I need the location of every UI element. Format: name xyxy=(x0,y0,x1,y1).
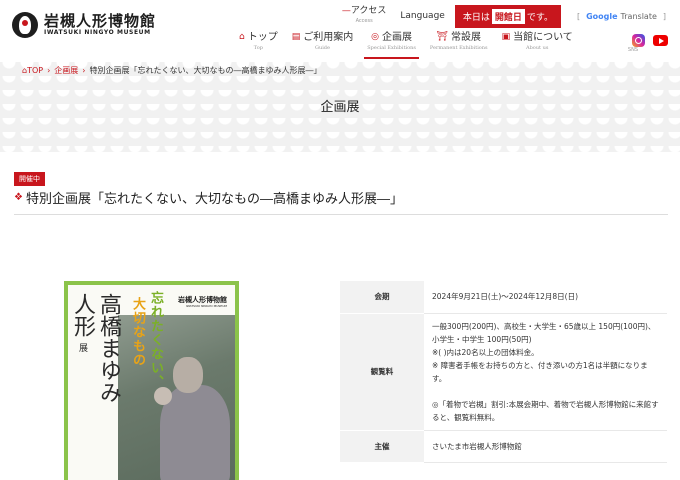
site-header: 岩槻人形博物館 IWATSUKI NINGYO MUSEUM —アクセス Acc… xyxy=(0,0,680,62)
youtube-icon[interactable] xyxy=(653,35,668,46)
book-icon: ▣ xyxy=(501,32,511,42)
exhibition-title-text: 特別企画展「忘れたくない、大切なもの―高橋まゆみ人形展―」 xyxy=(25,192,403,207)
page-title: 企画展 xyxy=(320,100,360,115)
breadcrumb-current: 特別企画展「忘れたくない、大切なもの―高橋まゆみ人形展―」 xyxy=(89,66,322,75)
nav-sub-label: Permanent Exhibitions xyxy=(429,45,488,51)
divider xyxy=(14,214,668,215)
nav-sub-label: About us xyxy=(525,45,549,51)
today-prefix: 本日は xyxy=(462,12,490,23)
google-brand: Google xyxy=(586,11,618,21)
today-status-badge: 開館日 xyxy=(491,8,525,24)
nav-sub-label: Top xyxy=(253,45,263,51)
logo-title: 岩槻人形博物館 xyxy=(44,12,157,30)
document-icon: ▤ xyxy=(291,32,301,42)
dash-icon: — xyxy=(341,6,351,16)
fee-line: 一般300円(200円)、高校生・大学生・65歳以上 150円(100円)、小学… xyxy=(432,321,656,344)
doll-hands xyxy=(154,387,172,405)
poster-catch-line2: 大切なもの xyxy=(130,297,145,367)
host-value: さいたま市岩槻人形博物館 xyxy=(424,430,667,463)
shrine-icon: ⛩ xyxy=(436,32,448,42)
home-icon: ⌂ xyxy=(239,32,245,42)
breadcrumb-section-link[interactable]: 企画展 xyxy=(54,65,78,76)
fee-note: ※ 障害者手帳をお持ちの方と、付き添いの方1名は半額になります。 xyxy=(432,360,648,383)
breadcrumb-top-link[interactable]: TOP xyxy=(27,66,43,75)
fee-note: ※( )内は20名以上の団体料金。 xyxy=(432,347,539,357)
main-nav: ⌂ トップ Top ▤ ご利用案内 Guide ◎ 企画展 Special Exhib… xyxy=(232,31,580,59)
table-row: 観覧料 一般300円(200円)、高校生・大学生・65歳以上 150円(100円… xyxy=(340,313,667,431)
access-label: アクセス xyxy=(350,6,387,16)
host-label: 主催 xyxy=(340,430,424,463)
poster-catch-line1: 忘れたくない、 xyxy=(148,291,163,389)
status-badge: 開催中 xyxy=(14,172,45,186)
access-sub-label: Access xyxy=(355,18,373,24)
nav-label: ご利用案内 xyxy=(303,32,354,43)
nav-label: 当館について xyxy=(513,32,573,43)
sns-label: SNS xyxy=(627,47,638,53)
nav-item-top[interactable]: ⌂ トップ Top xyxy=(232,31,285,59)
poster-title-line2: 人形 xyxy=(70,293,95,337)
table-row: 主催 さいたま市岩槻人形博物館 xyxy=(340,430,667,463)
nav-item-special-exhibitions[interactable]: ◎ 企画展 Special Exhibitions xyxy=(360,31,423,59)
language-link[interactable]: Language xyxy=(400,11,444,21)
target-icon: ◎ xyxy=(371,32,379,42)
logo-subtitle: IWATSUKI NINGYO MUSEUM xyxy=(44,29,151,36)
nav-label: トップ xyxy=(247,32,278,43)
nav-label: 常設展 xyxy=(450,32,481,43)
access-link[interactable]: —アクセス Access xyxy=(342,6,387,26)
period-label: 会期 xyxy=(340,281,424,314)
translate-label: Translate xyxy=(620,11,657,21)
breadcrumb-separator-icon: › xyxy=(82,66,86,75)
diamond-icon: ❖ xyxy=(14,192,23,203)
exhibition-title: ❖ 特別企画展「忘れたくない、大切なもの―高橋まゆみ人形展―」 xyxy=(14,188,403,207)
poster-title-line1: 高橋まゆみ xyxy=(96,293,121,403)
nav-label: 企画展 xyxy=(381,32,412,43)
instagram-icon[interactable] xyxy=(632,34,645,47)
table-row: 会期 2024年9月21日(土)〜2024年12月8日(日) xyxy=(340,281,667,314)
fee-value: 一般300円(200円)、高校生・大学生・65歳以上 150円(100円)、小学… xyxy=(424,313,667,431)
nav-sub-label: Special Exhibitions xyxy=(367,45,416,51)
nav-item-about[interactable]: ▣ 当館について About us xyxy=(495,31,580,59)
exhibition-info-table: 会期 2024年9月21日(土)〜2024年12月8日(日) 観覧料 一般300… xyxy=(340,281,667,463)
logo-mark-icon xyxy=(12,12,38,38)
utility-bar: —アクセス Access Language 本日は 開館日 です。 [ Goog… xyxy=(342,4,672,28)
page-hero: ⌂ TOP › 企画展 › 特別企画展「忘れたくない、大切なもの―高橋まゆみ人形… xyxy=(0,62,680,152)
nav-sub-label: Guide xyxy=(314,45,330,51)
fee-label: 観覧料 xyxy=(340,313,424,431)
doll-head xyxy=(173,357,203,393)
site-logo[interactable]: 岩槻人形博物館 IWATSUKI NINGYO MUSEUM xyxy=(12,12,156,38)
nav-item-guide[interactable]: ▤ ご利用案内 Guide xyxy=(285,31,361,59)
breadcrumb-separator-icon: › xyxy=(47,66,51,75)
today-suffix: です。 xyxy=(526,12,553,23)
exhibition-poster: 高橋まゆみ 人形 展 忘れたくない、 大切なもの 岩槻人形博物館 IWATSUK… xyxy=(64,281,239,480)
breadcrumb: ⌂ TOP › 企画展 › 特別企画展「忘れたくない、大切なもの―高橋まゆみ人形… xyxy=(22,65,322,76)
period-value: 2024年9月21日(土)〜2024年12月8日(日) xyxy=(424,281,667,314)
nav-item-permanent-exhibitions[interactable]: ⛩ 常設展 Permanent Exhibitions xyxy=(423,31,495,59)
google-translate-button[interactable]: [ Google Translate ] xyxy=(571,12,672,21)
today-status-banner: 本日は 開館日 です。 xyxy=(454,4,561,28)
poster-museum-en: IWATSUKI NINGYO MUSEUM xyxy=(185,304,227,308)
poster-title-line3: 展 xyxy=(77,343,87,352)
sns-links xyxy=(632,34,668,47)
fee-discount: ◎「着物で岩槻」割引:本展会期中、着物で岩槻人形博物館に来館すると、観覧料無料。 xyxy=(432,399,659,422)
